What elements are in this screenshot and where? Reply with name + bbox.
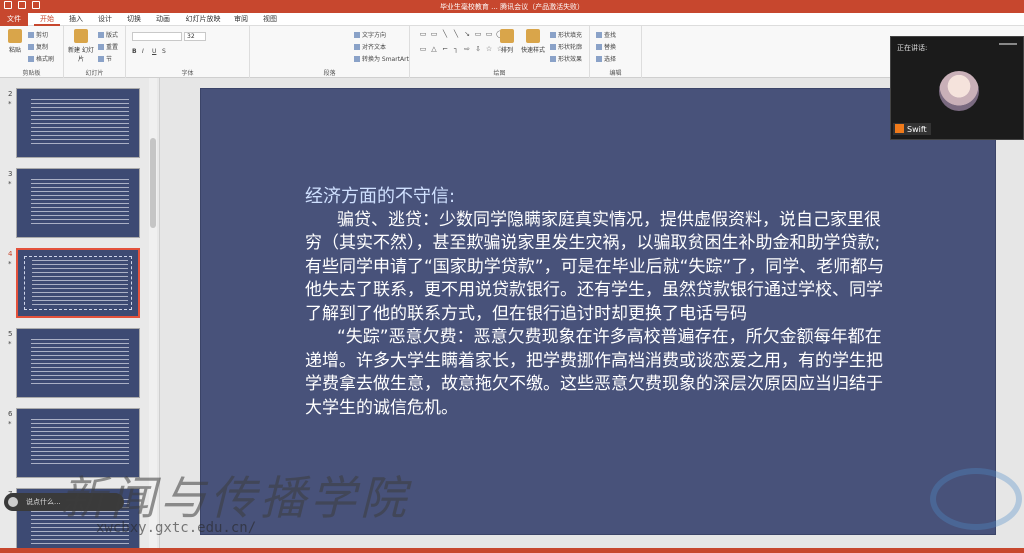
copy-button[interactable]: 复制 [28, 42, 48, 51]
meeting-video-panel: 正在讲话: Swift [890, 36, 1024, 140]
drawing-group: ▭▭╲╲↘▭▭◯ ▭△⌐┐⇨⇩☆☆ 排列 快速样式 形状填充 形状轮廓 形状效果… [410, 26, 590, 78]
section-button[interactable]: 节 [98, 54, 112, 63]
arrange-button[interactable]: 排列 [496, 29, 518, 59]
cut-button[interactable]: 剪切 [28, 30, 48, 39]
clipboard-group: 粘贴 剪切 复制 格式刷 剪贴板 [0, 26, 64, 78]
select-button[interactable]: 选择 [596, 54, 616, 63]
fill-icon [550, 32, 556, 38]
slide-paragraph: “失踪”恶意欠费：恶意欠费现象在许多高校普遍存在，所欠金额每年都在递增。许多大学… [305, 327, 883, 418]
section-icon [98, 56, 104, 62]
tab-animations[interactable]: 动画 [151, 13, 175, 26]
reset-button[interactable]: 重置 [98, 42, 118, 51]
tab-design[interactable]: 设计 [93, 13, 117, 26]
italic-button[interactable]: I [142, 48, 144, 55]
watermark-emblem [930, 468, 1022, 530]
find-icon [596, 32, 602, 38]
smartart-icon [354, 56, 360, 62]
shadow-button[interactable]: S [162, 48, 166, 55]
tab-insert[interactable]: 插入 [64, 13, 88, 26]
quick-styles-button[interactable]: 快速样式 [520, 29, 546, 59]
font-family-select[interactable] [132, 32, 182, 41]
smartart-button[interactable]: 转换为 SmartArt [354, 54, 409, 63]
effect-icon [550, 56, 556, 62]
slide-text-box[interactable]: 经济方面的不守信: 骗贷、逃贷：少数同学隐瞒家庭真实情况，提供虚假资料，说自己家… [305, 185, 895, 420]
tab-view[interactable]: 视图 [258, 13, 282, 26]
editing-group: 查找 替换 选择 编辑 [590, 26, 642, 78]
slide-thumbnail[interactable]: 3 * [4, 164, 154, 239]
panel-menu-icon[interactable] [999, 43, 1017, 49]
participant-avatar [939, 71, 979, 111]
tab-transitions[interactable]: 切换 [122, 13, 146, 26]
paste-icon [8, 29, 22, 43]
bold-button[interactable]: B [132, 48, 137, 55]
find-button[interactable]: 查找 [596, 30, 616, 39]
underline-button[interactable]: U [152, 48, 156, 55]
layout-button[interactable]: 版式 [98, 30, 118, 39]
paste-button[interactable]: 粘贴 [4, 29, 26, 59]
new-slide-button[interactable]: 新建 幻灯片 [68, 29, 94, 63]
slides-group: 新建 幻灯片 版式 重置 节 幻灯片 [64, 26, 126, 78]
tab-review[interactable]: 审阅 [229, 13, 253, 26]
smile-icon [8, 497, 18, 507]
watermark-logo: 新闻与传播学院 [60, 471, 410, 525]
font-group: 32 B I U S 字体 [126, 26, 250, 78]
scrollbar-thumb[interactable] [150, 138, 156, 228]
slide-thumbnail-active[interactable]: 4 * [4, 244, 154, 319]
window-title: 毕业生毫校教育 ... 腾讯会议（产品激活失败） [439, 3, 585, 11]
outline-icon [550, 44, 556, 50]
status-bar [0, 548, 1024, 553]
slide-heading: 经济方面的不守信: [305, 186, 456, 207]
slide-thumbnail[interactable]: 2 * [4, 84, 154, 159]
ribbon: 粘贴 剪切 复制 格式刷 剪贴板 新建 幻灯片 版式 重置 节 幻灯片 32 B… [0, 26, 1024, 78]
slide-paragraph: 骗贷、逃贷：少数同学隐瞒家庭真实情况，提供虚假资料，说自己家里很穷（其实不然），… [305, 209, 885, 324]
paragraph-group: 文字方向 对齐文本 转换为 SmartArt 段落 [250, 26, 410, 78]
shape-fill-button[interactable]: 形状填充 [550, 30, 582, 39]
quick-styles-icon [526, 29, 540, 43]
brush-icon [28, 56, 34, 62]
arrange-icon [500, 29, 514, 43]
copy-icon [28, 44, 34, 50]
shape-effect-button[interactable]: 形状效果 [550, 54, 582, 63]
text-direction-button[interactable]: 文字方向 [354, 30, 386, 39]
select-icon [596, 56, 602, 62]
scissors-icon [28, 32, 34, 38]
format-painter-button[interactable]: 格式刷 [28, 54, 54, 63]
participant-name-tag: Swift [893, 123, 931, 135]
tab-slideshow[interactable]: 幻灯片放映 [180, 13, 226, 26]
speaking-label: 正在讲话: [897, 44, 928, 52]
replace-icon [596, 44, 602, 50]
align-text-button[interactable]: 对齐文本 [354, 42, 386, 51]
align-text-icon [354, 44, 360, 50]
watermark-url: xwcbxy.gxtc.edu.cn/ [96, 520, 257, 536]
user-icon [895, 124, 904, 133]
shapes-gallery[interactable]: ▭▭╲╲↘▭▭◯ ▭△⌐┐⇨⇩☆☆ [418, 30, 504, 58]
reset-icon [98, 44, 104, 50]
title-bar: 毕业生毫校教育 ... 腾讯会议（产品激活失败） [0, 0, 1024, 13]
text-direction-icon [354, 32, 360, 38]
ribbon-tabs: 文件 开始 插入 设计 切换 动画 幻灯片放映 审阅 视图 [0, 13, 1024, 26]
tab-home[interactable]: 开始 [34, 13, 60, 26]
layout-icon [98, 32, 104, 38]
slide-thumbnail[interactable]: 5 * [4, 324, 154, 399]
font-size-select[interactable]: 32 [184, 32, 206, 41]
new-slide-icon [74, 29, 88, 43]
tab-file[interactable]: 文件 [0, 13, 28, 26]
shape-outline-button[interactable]: 形状轮廓 [550, 42, 582, 51]
replace-button[interactable]: 替换 [596, 42, 616, 51]
